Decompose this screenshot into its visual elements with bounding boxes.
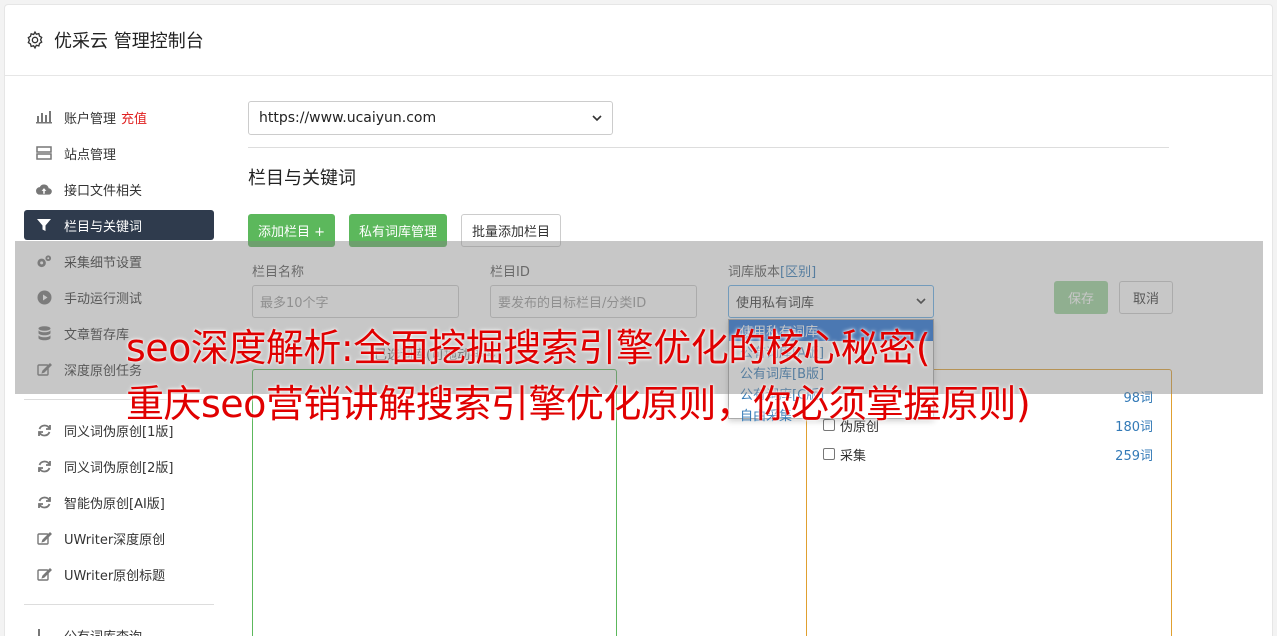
site-select[interactable]: https://www.ucaiyun.com [248,101,613,135]
sidebar-item-label: 同义词伪原创[2版] [64,460,174,476]
refresh-icon [36,422,52,438]
sidebar-item-ai-rewrite[interactable]: 智能伪原创[AI版] [24,484,214,520]
section-title: 栏目与关键词 [248,168,356,189]
recharge-link[interactable]: 充值 [121,108,147,127]
word-count: 180词 [1115,419,1153,435]
sidebar-item-label: 栏目与关键词 [64,219,143,235]
gray-overlay-band [15,241,1263,394]
sidebar-item-sites[interactable]: 站点管理 [24,135,214,171]
main-content: https://www.ucaiyun.com 栏目与关键词 添加栏目 + 私有… [248,101,1173,636]
filter-icon [36,217,52,233]
edit-icon [36,530,52,546]
sidebar-item-label: 账户管理 [64,111,117,127]
headline-line-2: 重庆seo营销讲解搜索引擎优化原则，你必须掌握原则) [126,382,1031,426]
header: 优采云 管理控制台 [5,5,1272,76]
sidebar-item-columns-keywords[interactable]: 栏目与关键词 [24,210,214,240]
divider [248,147,1169,148]
page-title: 优采云 管理控制台 [54,31,204,52]
sidebar-item-label: 智能伪原创[AI版] [64,496,165,512]
book-icon [36,627,52,636]
sidebar-item-label: UWriter深度原创 [64,532,166,548]
sidebar-item-uwriter-title[interactable]: UWriter原创标题 [24,556,214,592]
sidebar-item-account[interactable]: 账户管理 充值 [24,99,214,135]
refresh-icon [36,494,52,510]
refresh-icon [36,458,52,474]
chevron-down-icon [592,114,602,121]
edit-icon [36,566,52,582]
sidebar-item-public-lexicon[interactable]: 公有词库查询 [24,617,214,636]
word-count: 259词 [1115,448,1153,464]
server-icon [36,145,52,161]
sidebar-divider [24,604,214,605]
headline-line-1: seo深度解析:全面挖掘搜索引擎优化的核心秘密( [126,326,931,370]
list-item: 采集 259词 [823,444,1153,464]
sidebar-item-label: 接口文件相关 [64,183,143,199]
sidebar-item-label: 公有词库查询 [64,626,142,636]
category-checkbox[interactable]: 采集 [823,445,866,464]
site-select-value: https://www.ucaiyun.com [259,110,437,126]
gear-icon [27,30,43,50]
sidebar-item-api-files[interactable]: 接口文件相关 [24,171,214,207]
sidebar-item-synonym-v2[interactable]: 同义词伪原创[2版] [24,448,214,484]
sidebar-item-uwriter-deep[interactable]: UWriter深度原创 [24,520,214,556]
sidebar-item-label: 站点管理 [64,147,117,163]
bar-chart-icon [36,109,52,125]
sidebar-item-label: UWriter原创标题 [64,568,166,584]
cloud-upload-icon [36,181,52,197]
